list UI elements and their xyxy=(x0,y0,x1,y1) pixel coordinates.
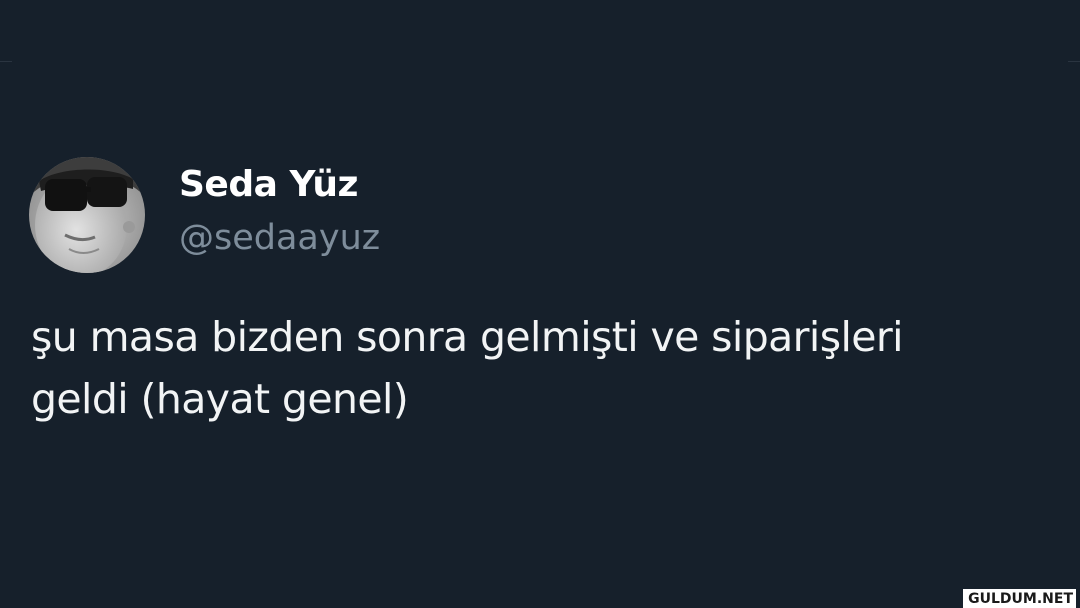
watermark: GULDUM.NET xyxy=(963,589,1076,608)
avatar-image xyxy=(29,157,145,273)
tweet-header: Seda Yüz @sedaayuz xyxy=(29,157,380,273)
tweet-text: şu masa bizden sonra gelmişti ve sipariş… xyxy=(31,313,904,423)
divider-left xyxy=(0,61,12,62)
user-handle[interactable]: @sedaayuz xyxy=(179,217,380,259)
divider-right xyxy=(1068,61,1080,62)
display-name[interactable]: Seda Yüz xyxy=(179,163,380,207)
user-block: Seda Yüz @sedaayuz xyxy=(179,157,380,259)
avatar[interactable] xyxy=(29,157,145,273)
